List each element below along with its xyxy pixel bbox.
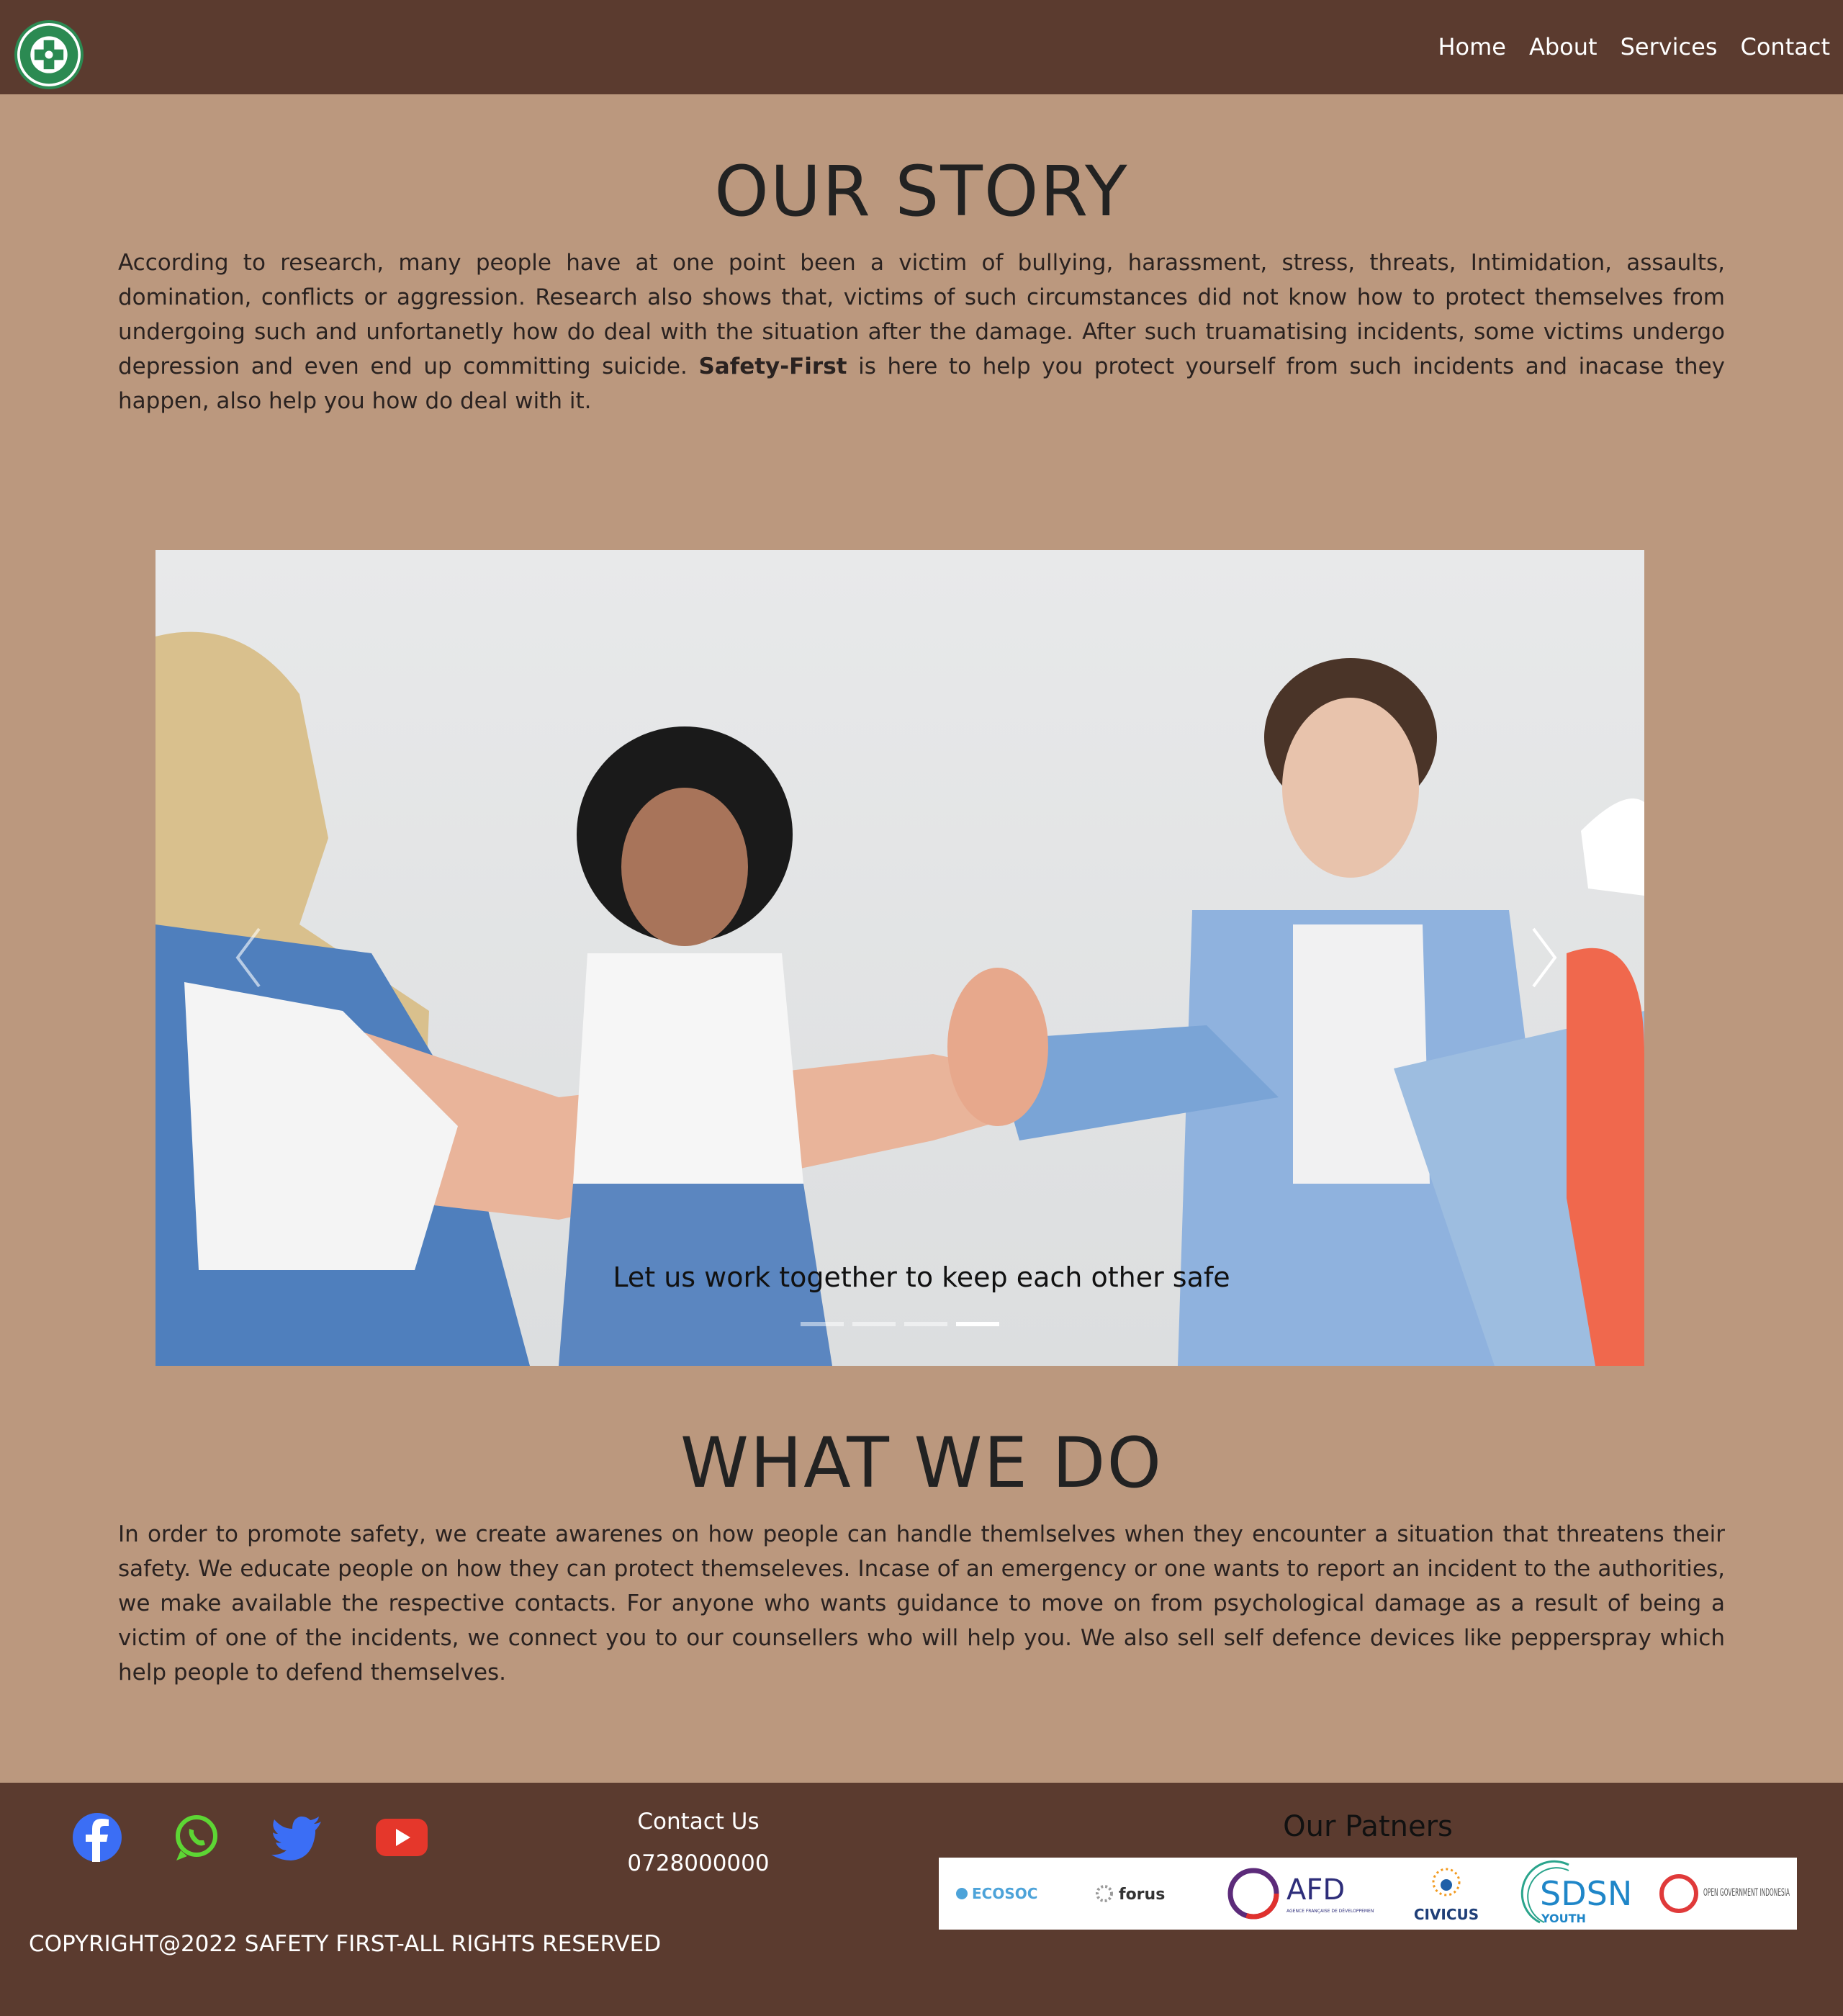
youtube-icon[interactable] [373,1809,431,1866]
partners-title: Our Patners [1283,1810,1453,1843]
ogi-logo-icon: OPEN GOVERNMENT INDONESIA [1659,1874,1790,1913]
facebook-icon-graphic [73,1813,122,1862]
logo-icon [19,25,78,84]
copyright-text: COPYRIGHT@2022 SAFETY FIRST-ALL RIGHTS R… [29,1931,662,1957]
story-title: OUR STORY [714,151,1129,232]
chevron-left-icon [235,927,261,988]
nav-link-about[interactable]: About [1529,30,1598,63]
story-paragraph: According to research, many people have … [118,246,1725,418]
partner-sub-sdsn: YOUTH [1541,1912,1586,1925]
partner-logo-ecosoc[interactable]: ECOSOC [946,1858,1076,1930]
carousel-indicator-1[interactable] [801,1322,844,1326]
partner-logo-ogi[interactable]: OPEN GOVERNMENT INDONESIA [1659,1858,1792,1930]
carousel-slide-image [156,550,1644,1366]
partner-sub-afd: AGENCE FRANÇAISE DE DÉVELOPPEMENT [1287,1908,1374,1914]
youtube-icon-graphic [376,1819,428,1856]
partner-logo-afd[interactable]: AFD AGENCE FRANÇAISE DE DÉVELOPPEMENT [1223,1858,1376,1930]
twitter-icon[interactable] [268,1809,325,1866]
carousel-indicator-4[interactable] [956,1322,999,1326]
nav-link-home[interactable]: Home [1438,30,1506,63]
contact-us-title: Contact Us [637,1809,760,1835]
civicus-logo-icon: CIVICUS [1414,1868,1479,1923]
sdsn-logo-icon: SDSN YOUTH [1520,1860,1632,1925]
partner-name-ogi: OPEN GOVERNMENT INDONESIA [1703,1887,1790,1899]
what-we-do-paragraph: In order to promote safety, we create aw… [118,1521,1725,1686]
contact-phone[interactable]: 0728000000 [554,1850,842,1876]
partner-logo-civicus[interactable]: CIVICUS [1385,1858,1508,1930]
ecosoc-logo-icon: ECOSOC [956,1885,1037,1902]
whatsapp-icon-graphic [176,1815,217,1860]
carousel-indicator-3[interactable] [904,1322,947,1326]
partner-name-afd: AFD [1287,1873,1345,1907]
carousel-indicators [801,1322,999,1326]
partner-name-ecosoc: ECOSOC [972,1885,1037,1902]
forus-logo-icon: forus [1096,1885,1165,1904]
carousel-indicator-2[interactable] [852,1322,896,1326]
carousel-caption: Let us work together to keep each other … [613,1261,1230,1293]
whatsapp-icon[interactable] [168,1809,225,1866]
carousel-prev-button[interactable] [223,914,274,1001]
chevron-right-icon [1532,927,1557,988]
image-carousel [156,550,1644,1366]
partner-name-forus: forus [1119,1886,1165,1904]
partner-name-civicus: CIVICUS [1414,1906,1479,1923]
partner-name-sdsn: SDSN [1540,1874,1632,1913]
nav-links: Home About Services Contact [1415,30,1830,63]
facebook-icon[interactable] [68,1809,126,1866]
nav-link-services[interactable]: Services [1621,30,1718,63]
partner-logo-forus[interactable]: forus [1090,1858,1212,1930]
afd-logo-icon: AFD AGENCE FRANÇAISE DE DÉVELOPPEMENT [1227,1868,1376,1920]
carousel-next-button[interactable] [1519,914,1569,1001]
partner-logo-sdsn[interactable]: SDSN YOUTH [1518,1858,1648,1930]
partners-strip: ECOSOC forus AFD AGENCE FRANÇAISE DE DÉV… [939,1858,1797,1930]
story-brand: Safety-First [698,354,847,379]
nav-link-contact[interactable]: Contact [1741,30,1831,63]
safety-first-logo[interactable] [14,20,84,89]
navbar: Home About Services Contact [0,0,1843,94]
what-we-do-title: WHAT WE DO [680,1423,1163,1503]
twitter-icon-graphic [271,1816,321,1860]
